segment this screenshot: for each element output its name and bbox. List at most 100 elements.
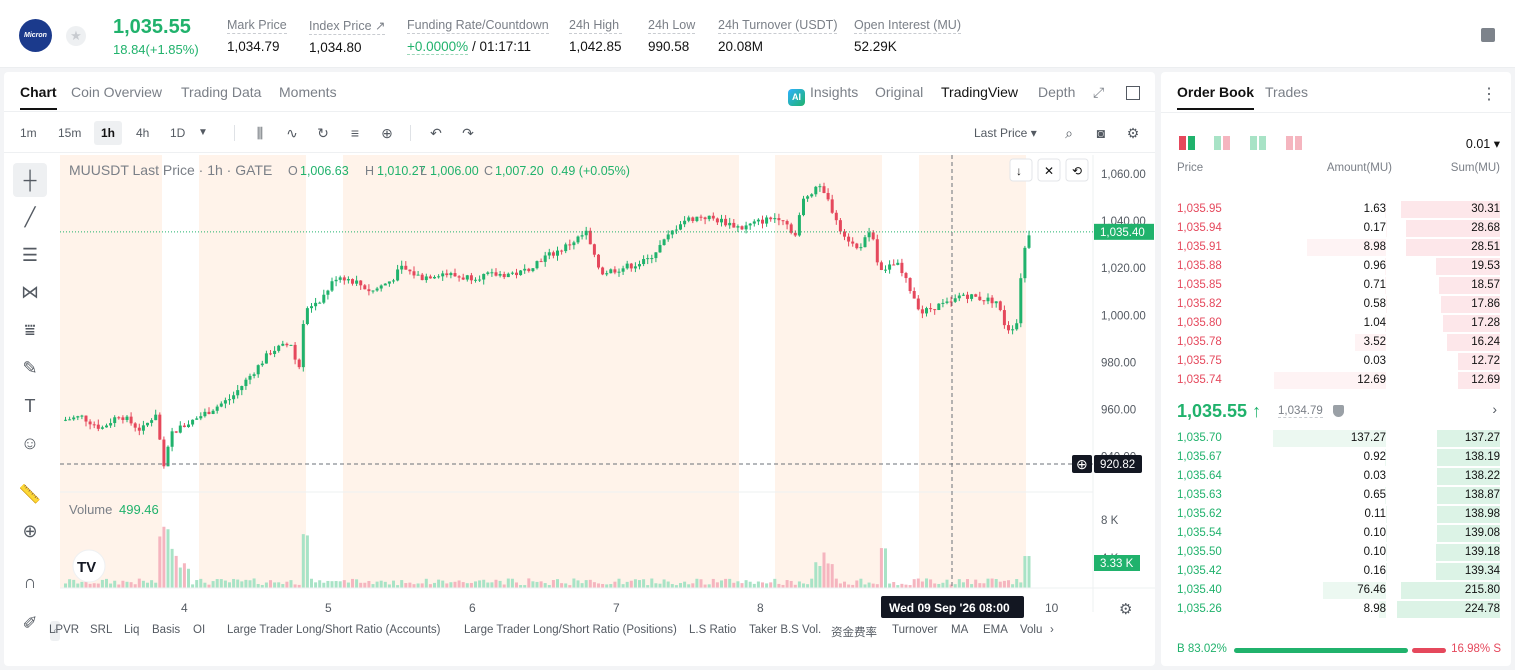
candle-body	[428, 276, 432, 279]
volume-bar	[310, 578, 313, 588]
indicator-taker-bs-vol[interactable]: Taker B.S Vol.	[749, 624, 821, 636]
candle-body	[465, 275, 469, 280]
candlestick-chart[interactable]: 1,060.001,040.001,020.001,000.00980.0096…	[4, 72, 1155, 666]
ask-row[interactable]: 1,035.74 12.69 12.69	[1161, 371, 1511, 390]
ask-row[interactable]: 1,035.82 0.58 17.86	[1161, 295, 1511, 314]
ask-row[interactable]: 1,035.85 0.71 18.57	[1161, 276, 1511, 295]
funding-rate-value[interactable]: +0.0000%	[407, 39, 469, 55]
chevron-right-icon[interactable]: ›	[1492, 401, 1497, 417]
bid-row[interactable]: 1,035.50 0.10 139.18	[1161, 543, 1511, 562]
ask-row[interactable]: 1,035.75 0.03 12.72	[1161, 352, 1511, 371]
row-price: 1,035.85	[1177, 279, 1222, 291]
layout-both-alt-icon[interactable]	[1214, 136, 1230, 150]
volume-bar	[236, 579, 240, 588]
indicator-ls-ratio[interactable]: L.S Ratio	[689, 624, 736, 636]
precision-select[interactable]: 0.01 ▾	[1466, 136, 1500, 151]
price-tick-label: 960.00	[1101, 405, 1136, 417]
volume-bar	[834, 578, 838, 588]
stat-mark-price[interactable]: Mark Price 1,034.79	[227, 18, 287, 54]
ask-row[interactable]: 1,035.95 1.63 30.31	[1161, 200, 1511, 219]
guide-book-icon[interactable]	[1481, 28, 1495, 42]
volume-bar	[925, 578, 928, 588]
indicator-lpvr[interactable]: LPVR	[49, 624, 79, 636]
candle-body	[933, 309, 937, 311]
indicator-turnover[interactable]: Turnover	[892, 624, 938, 636]
candle-body	[666, 234, 670, 240]
candle-body	[699, 216, 703, 218]
candle-body	[875, 239, 879, 263]
candle-body	[658, 245, 662, 253]
bid-row[interactable]: 1,035.67 0.92 138.19	[1161, 448, 1511, 467]
bid-row[interactable]: 1,035.62 0.11 138.98	[1161, 505, 1511, 524]
row-price: 1,035.67	[1177, 451, 1222, 463]
volume-bar	[424, 578, 428, 588]
stat-24h-low: 24h Low 990.58	[648, 18, 696, 54]
row-amount: 3.52	[1363, 336, 1386, 348]
indicator-ema[interactable]: EMA	[983, 624, 1008, 636]
bid-row[interactable]: 1,035.54 0.10 139.08	[1161, 524, 1511, 543]
volume-bar	[486, 582, 490, 588]
candle-body	[822, 186, 826, 193]
volume-bar	[281, 584, 285, 588]
ask-row[interactable]: 1,035.91 8.98 28.51	[1161, 238, 1511, 257]
volume-bar	[392, 580, 395, 588]
indicator-large-trader-positions[interactable]: Large Trader Long/Short Ratio (Positions…	[464, 624, 677, 636]
row-sum: 138.19	[1464, 451, 1500, 463]
volume-bar	[748, 581, 752, 588]
ask-row[interactable]: 1,035.94 0.17 28.68	[1161, 219, 1511, 238]
stat-index-price[interactable]: Index Price ↗ 1,034.80	[309, 18, 386, 55]
candle-body	[1027, 235, 1031, 248]
candle-body	[966, 294, 969, 299]
bid-row[interactable]: 1,035.70 137.27 137.27	[1161, 429, 1511, 448]
row-sum: 139.08	[1464, 527, 1500, 539]
indicator-ma[interactable]: MA	[951, 624, 968, 636]
indicator-oi[interactable]: OI	[193, 624, 205, 636]
tab-order-book[interactable]: Order Book	[1177, 84, 1255, 110]
candle-body	[777, 218, 781, 221]
ask-row[interactable]: 1,035.88 0.96 19.53	[1161, 257, 1511, 276]
candle-body	[892, 264, 896, 266]
indicator-srl[interactable]: SRL	[90, 624, 112, 636]
volume-bar	[687, 584, 691, 588]
volume-bar	[855, 580, 859, 588]
reset-icon: ⟲	[1072, 164, 1082, 178]
layout-asks-icon[interactable]	[1286, 136, 1302, 150]
bid-row[interactable]: 1,035.42 0.16 139.34	[1161, 562, 1511, 581]
candle-body	[888, 264, 892, 270]
bid-row[interactable]: 1,035.64 0.03 138.22	[1161, 467, 1511, 486]
volume-bar	[187, 568, 190, 588]
indicator-funding-rate[interactable]: 资金费率	[831, 624, 877, 640]
ask-row[interactable]: 1,035.80 1.04 17.28	[1161, 314, 1511, 333]
indicator-volume[interactable]: Volu	[1020, 624, 1042, 636]
indicator-scroll-right-icon[interactable]: ›	[1050, 624, 1054, 636]
volume-bar	[420, 583, 424, 588]
candle-body	[498, 273, 502, 276]
bid-row[interactable]: 1,035.40 76.46 215.80	[1161, 581, 1511, 600]
candle-body	[638, 264, 641, 267]
layout-both-icon[interactable]	[1179, 136, 1195, 150]
bid-row[interactable]: 1,035.63 0.65 138.87	[1161, 486, 1511, 505]
indicator-basis[interactable]: Basis	[152, 624, 180, 636]
candle-body	[482, 273, 486, 280]
row-price: 1,035.78	[1177, 336, 1222, 348]
row-amount: 137.27	[1350, 432, 1386, 444]
ticker-header: Micron ★ 1,035.55 18.84(+1.85%) Mark Pri…	[0, 0, 1515, 68]
ask-row[interactable]: 1,035.78 3.52 16.24	[1161, 333, 1511, 352]
layout-bids-icon[interactable]	[1250, 136, 1266, 150]
volume-bar	[277, 582, 281, 588]
row-amount: 8.98	[1363, 241, 1386, 253]
favorite-star-icon[interactable]: ★	[66, 26, 86, 46]
more-menu-icon[interactable]: ⋮	[1481, 84, 1497, 104]
bid-row[interactable]: 1,035.26 8.98 224.78	[1161, 600, 1511, 619]
volume-bar	[289, 580, 293, 588]
candle-body	[797, 215, 801, 236]
tab-trades[interactable]: Trades	[1265, 84, 1308, 100]
row-sum: 138.87	[1464, 489, 1500, 501]
volume-bar	[408, 582, 412, 588]
header-sum: Sum(MU)	[1450, 162, 1500, 174]
candle-body	[490, 272, 494, 274]
indicator-liq[interactable]: Liq	[124, 624, 139, 636]
stat-funding-rate[interactable]: Funding Rate/Countdown +0.0000% / 01:17:…	[407, 18, 549, 55]
indicator-large-trader-accounts[interactable]: Large Trader Long/Short Ratio (Accounts)	[227, 624, 441, 636]
candle-body	[974, 294, 978, 297]
